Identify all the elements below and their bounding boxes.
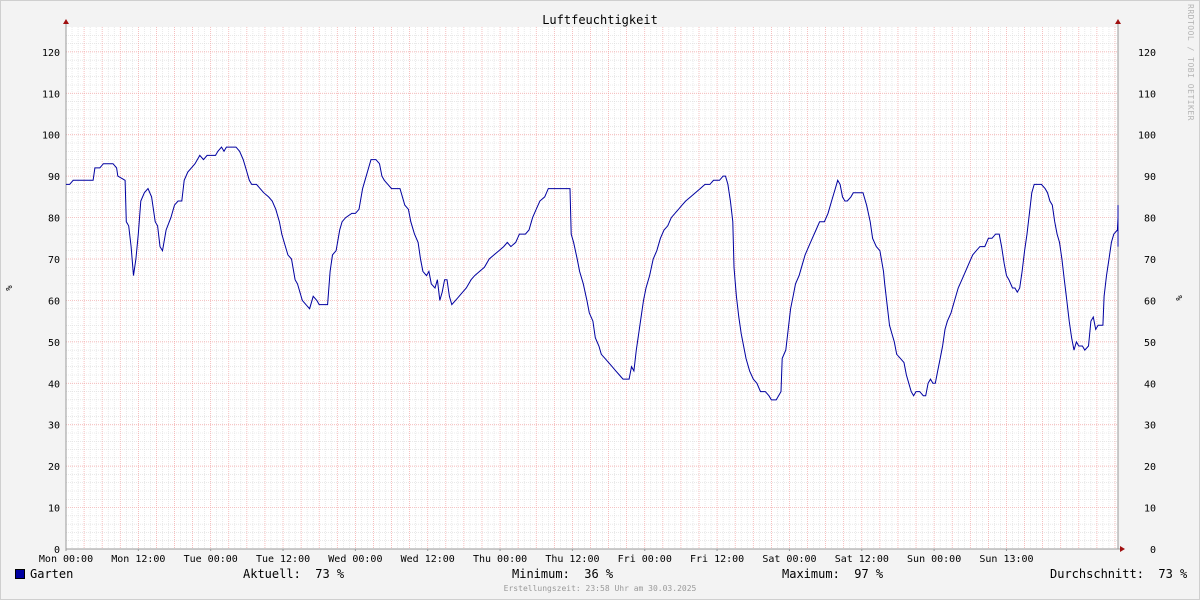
x-tick-label: Sun 13:00 <box>979 554 1033 565</box>
y-tick-label-right: 80 <box>1144 214 1156 225</box>
y-tick-label-left: 100 <box>42 131 60 142</box>
y-tick-label-right: 50 <box>1144 338 1156 349</box>
legend-current: Aktuell: 73 % <box>243 567 345 581</box>
y-tick-label-right: 120 <box>1138 48 1156 59</box>
creation-time-footer: Erstellungszeit: 23:58 Uhr am 30.03.2025 <box>503 584 697 593</box>
y-tick-label-right: 110 <box>1138 89 1156 100</box>
humidity-chart: Luftfeuchtigkeit % % 0 10 20 30 40 50 60 70 80 90… <box>5 13 1183 565</box>
x-tick-label: Sun 00:00 <box>907 554 961 565</box>
x-tick-label: Thu 00:00 <box>473 554 527 565</box>
x-axis-arrow <box>1120 546 1125 552</box>
rrdtool-watermark: RRDTOOL / TOBI OETIKER <box>1186 4 1195 121</box>
y-tick-label-right: 70 <box>1144 255 1156 266</box>
y-tick-label-right: 10 <box>1144 504 1156 515</box>
legend-series-name: Garten <box>30 567 74 581</box>
y-tick-label-left: 10 <box>48 504 60 515</box>
y-tick-label-left: 120 <box>42 48 60 59</box>
y-tick-label-left: 50 <box>48 338 60 349</box>
y-axis-label-right: % <box>1173 295 1183 301</box>
x-tick-label: Mon 00:00 <box>39 554 93 565</box>
x-tick-label: Thu 12:00 <box>545 554 599 565</box>
x-tick-label: Wed 12:00 <box>401 554 455 565</box>
plot-area <box>66 27 1118 549</box>
legend-maximum: Maximum: 97 % <box>782 567 884 581</box>
y-tick-labels-right: 0 10 20 30 40 50 60 70 80 90 100 110 120 <box>1138 48 1156 556</box>
y-tick-label-left: 90 <box>48 172 60 183</box>
x-tick-label: Mon 12:00 <box>111 554 165 565</box>
y-tick-label-right: 0 <box>1150 545 1156 556</box>
y-tick-label-right: 30 <box>1144 421 1156 432</box>
y-tick-label-left: 80 <box>48 214 60 225</box>
x-tick-label: Fri 00:00 <box>618 554 672 565</box>
x-tick-labels: Mon 00:00 Mon 12:00 Tue 00:00 Tue 12:00 Wed … <box>39 554 1034 565</box>
y-tick-label-right: 40 <box>1144 379 1156 390</box>
legend-average: Durchschnitt: 73 % <box>1050 567 1188 581</box>
y-tick-label-right: 20 <box>1144 462 1156 473</box>
x-tick-label: Tue 12:00 <box>256 554 310 565</box>
x-tick-label: Sat 00:00 <box>762 554 816 565</box>
x-tick-label: Wed 00:00 <box>328 554 382 565</box>
y-tick-label-left: 30 <box>48 421 60 432</box>
x-tick-label: Fri 12:00 <box>690 554 744 565</box>
y-axis-arrow-right <box>1115 19 1121 24</box>
y-tick-label-left: 20 <box>48 462 60 473</box>
chart-title: Luftfeuchtigkeit <box>542 13 658 27</box>
y-axis-label-left: % <box>5 285 15 291</box>
legend-swatch-garten <box>15 569 25 579</box>
y-tick-label-right: 60 <box>1144 296 1156 307</box>
legend-minimum: Minimum: 36 % <box>512 567 614 581</box>
y-tick-label-left: 40 <box>48 379 60 390</box>
y-tick-label-left: 70 <box>48 255 60 266</box>
y-tick-label-right: 100 <box>1138 131 1156 142</box>
y-axis-arrow-left <box>63 19 69 24</box>
y-tick-labels-left: 0102030405060708090100110120 <box>42 48 60 556</box>
y-tick-label-left: 60 <box>48 296 60 307</box>
y-tick-label-right: 90 <box>1144 172 1156 183</box>
y-tick-label-left: 110 <box>42 89 60 100</box>
x-tick-label: Tue 00:00 <box>184 554 238 565</box>
x-tick-label: Sat 12:00 <box>835 554 889 565</box>
